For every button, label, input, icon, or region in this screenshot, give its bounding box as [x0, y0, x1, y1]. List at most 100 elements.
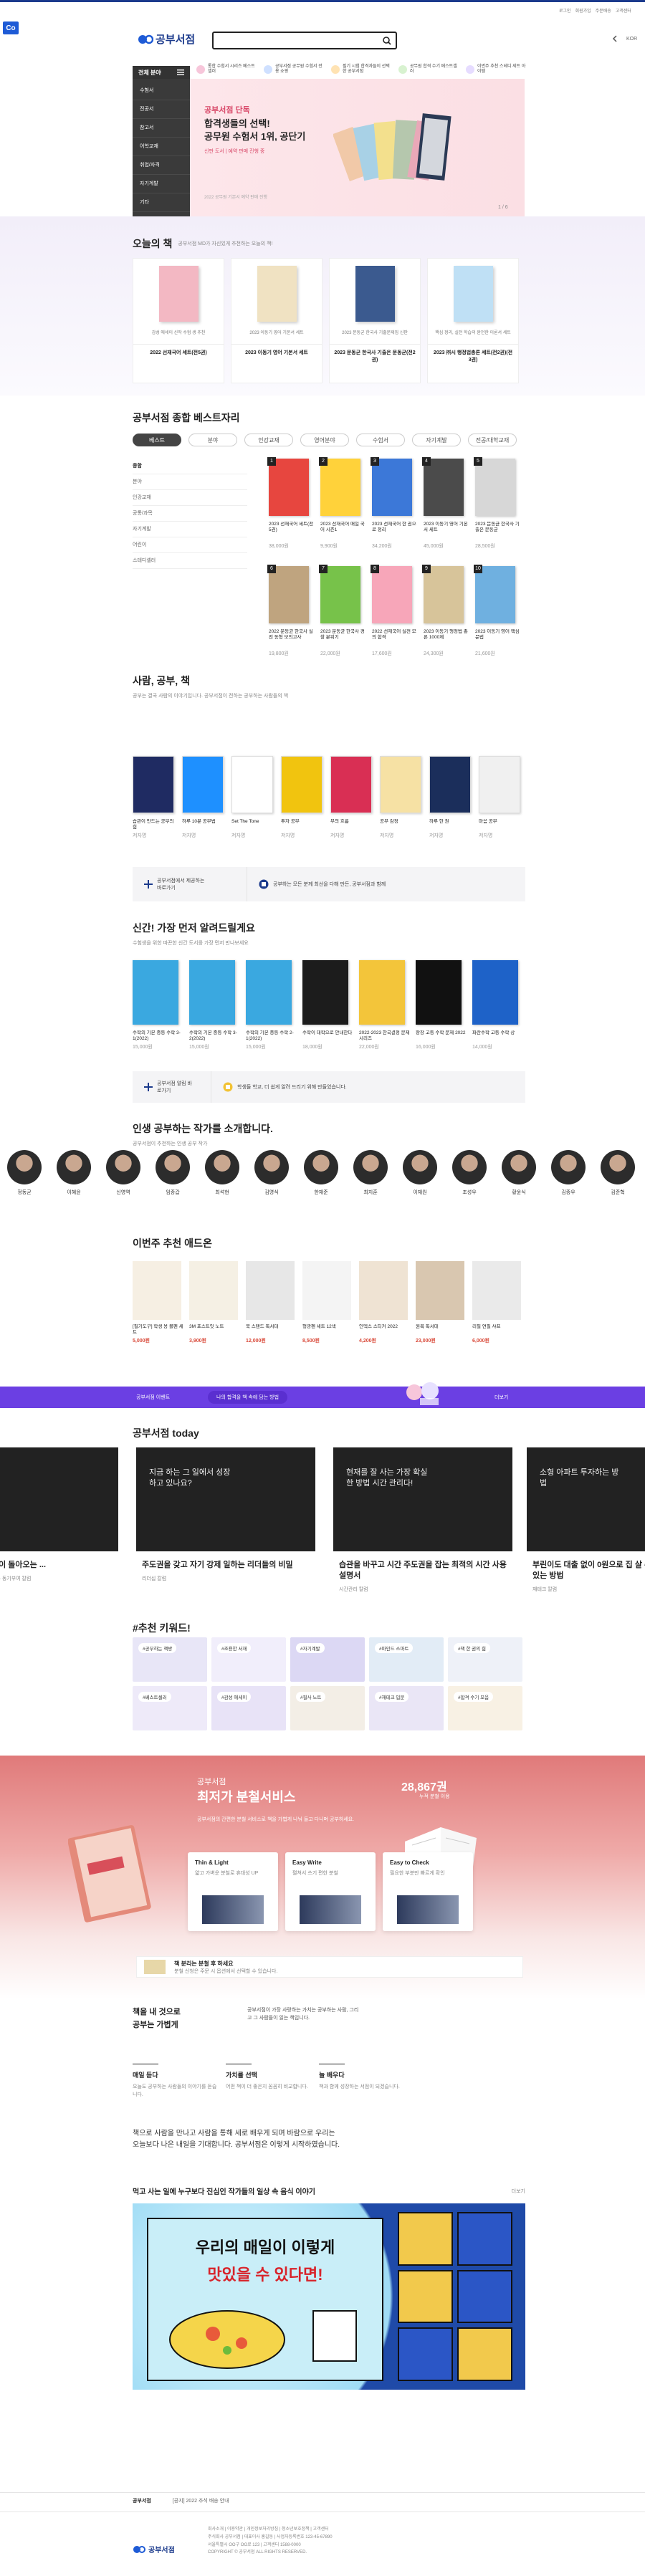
keyword-tile[interactable]: #재테크 입문 — [369, 1686, 444, 1730]
best-book[interactable]: 7 2023 문동균 한국사 경찰 분위기 22,000원 — [319, 565, 366, 657]
service-card[interactable]: Thin & Light 얇고 가벼운 분철로 휴대성 UP — [188, 1852, 278, 1931]
author-card[interactable]: 조성우 — [449, 1150, 489, 1196]
best-left-item[interactable]: 종합 — [133, 459, 247, 474]
service-card[interactable]: Easy to Check 필요한 부분만 빠르게 확인 — [383, 1852, 473, 1931]
best-left-item[interactable]: 공통/과목 — [133, 506, 247, 522]
side-menu-item[interactable]: 수험서 — [133, 82, 190, 100]
fresh-book[interactable]: 2022-2023 한국결정 문제 시리즈 22,000원 — [359, 960, 411, 1050]
best-tab[interactable]: 분야 — [188, 434, 237, 446]
best-left-item[interactable]: 스테디셀러 — [133, 553, 247, 569]
author-card[interactable]: 신영역 — [103, 1150, 143, 1196]
fresh-book[interactable]: 수학의 기본 중등 수학 3-2(2022) 15,000원 — [189, 960, 241, 1050]
search-icon[interactable] — [383, 36, 391, 45]
keyword-tile[interactable]: #필사 노트 — [290, 1686, 365, 1730]
today-book-card[interactable]: 2023 문동균 한국사 기출문제집 신판 2023 문동균 한국사 기출은 문동… — [329, 258, 421, 383]
hero-indicator[interactable]: 1 / 6 — [498, 205, 508, 210]
best-tab[interactable]: 수험서 — [356, 434, 405, 446]
keyword-tile[interactable]: #합격 수기 모음 — [448, 1686, 522, 1730]
keyword-tile[interactable]: #감성 에세이 — [211, 1686, 286, 1730]
best-left-item[interactable]: 인강교재 — [133, 490, 247, 506]
keyword-tile[interactable]: #베스트셀러 — [133, 1686, 207, 1730]
fresh-book[interactable]: 수학이 대학으로 안내한다 18,000원 — [302, 960, 354, 1050]
best-book[interactable]: 6 2022 문동균 한국사 실전 동형 모의고사 19,800원 — [267, 565, 315, 657]
author-card[interactable]: 이재원 — [400, 1150, 440, 1196]
today2-card[interactable]: 현재를 잘 사는 가장 확실한 방법 시간 관리다! 습관을 바꾸고 시간 주도권… — [333, 1447, 512, 1593]
md-item[interactable]: 원목 독서대 23,000원 — [416, 1261, 467, 1344]
service-card[interactable]: Easy Write 펼쳐서 쓰기 편한 분철 — [285, 1852, 376, 1931]
shortcut-item[interactable]: 필기 시험 합격자들이 선택한 공부서점 — [331, 64, 391, 75]
best-left-item[interactable]: 분야 — [133, 474, 247, 490]
side-menu-item[interactable]: 어학교재 — [133, 138, 190, 156]
best-tab[interactable]: 영어분야 — [300, 434, 349, 446]
md-item[interactable]: 리필 연필 샤프 6,000원 — [472, 1261, 524, 1344]
md-item[interactable]: 형광펜 세트 12색 8,500원 — [302, 1261, 354, 1344]
today-book-card[interactable]: 감성 에세이 신작 수험 생 추천 2022 선재국어 세트(전5권) — [133, 258, 224, 383]
best-book[interactable]: 5 2023 문동균 한국사 기출은 문동균 28,500원 — [474, 457, 521, 550]
cs-link[interactable]: 고객센터 — [616, 7, 631, 14]
best-book[interactable]: 1 2023 선재국어 세트(전5권) 38,000원 — [267, 457, 315, 550]
people-book[interactable]: 하루 10분 공부법 저자명 — [182, 756, 226, 839]
keyword-tile[interactable]: #자기계발 — [290, 1637, 365, 1682]
best-book[interactable]: 4 2023 이동기 영어 기본서 세트 45,000원 — [422, 457, 469, 550]
best-tab[interactable]: 베스트 — [133, 434, 181, 446]
side-menu-item[interactable]: 기타 — [133, 193, 190, 212]
author-card[interactable]: 최지훈 — [350, 1150, 391, 1196]
all-category-button[interactable]: 전체 분야 — [133, 66, 190, 79]
today2-card[interactable]: 삶이 돌아오는 ... 공부 동기부여 칼럼 — [0, 1447, 118, 1582]
people-book[interactable]: Set The Tone 저자명 — [231, 756, 276, 839]
login-link[interactable]: 로그인 — [559, 7, 571, 14]
today2-card[interactable]: 지금 하는 그 일에서 성장하고 있나요? 주도권을 갖고 자기 강제 일하는 리… — [136, 1447, 315, 1582]
best-book[interactable]: 9 2023 이동기 행정법 총론 1000제 24,300원 — [422, 565, 469, 657]
keyword-tile[interactable]: #공부하는 책방 — [133, 1637, 207, 1682]
fresh-book[interactable]: 파란수학 고등 수학 상 14,000원 — [472, 960, 524, 1050]
best-tab[interactable]: 전공/대학교재 — [468, 434, 517, 446]
people-book[interactable]: 습관이 만드는 공부의 힘 저자명 — [133, 756, 177, 839]
author-card[interactable]: 정동균 — [4, 1150, 44, 1196]
side-menu-item[interactable]: 취업/자격 — [133, 156, 190, 175]
keyword-tile[interactable]: #조용한 서재 — [211, 1637, 286, 1682]
today2-card[interactable]: 소형 아파트 투자하는 방법 부린이도 대출 없이 0원으로 집 살 수 있는 방… — [527, 1447, 645, 1593]
md-item[interactable]: 북 스탠드 독서대 12,000원 — [246, 1261, 297, 1344]
shortcut-item[interactable]: 공부서점 공무원 수험서 전용 쇼핑 — [264, 64, 324, 75]
fresh-book[interactable]: 수학의 기본 중등 수학 2-1(2022) 15,000원 — [246, 960, 297, 1050]
footer-info-1[interactable]: 회사소개 | 이용약관 | 개인정보처리방침 | 청소년보호정책 | 고객센터 — [208, 2526, 333, 2534]
people-book[interactable]: 투자 공부 저자명 — [281, 756, 325, 839]
best-book[interactable]: 10 2023 이동기 영어 핵심 문법 21,600원 — [474, 565, 521, 657]
chevron-left-icon[interactable] — [611, 34, 619, 43]
keyword-tile[interactable]: #책 한 권의 힘 — [448, 1637, 522, 1682]
side-menu-item[interactable]: 전공서 — [133, 100, 190, 119]
md-item[interactable]: 3M 포스트잇 노트 3,900원 — [189, 1261, 241, 1344]
best-left-item[interactable]: 어린이 — [133, 537, 247, 553]
fresh-banner[interactable]: 공부서점 알림 바로가기 학생들 학교, 더 쉽게 알려 드리기 위해 만들었습… — [133, 1071, 525, 1103]
author-card[interactable]: 황윤식 — [499, 1150, 539, 1196]
footer-notice[interactable]: [공지] 2022 추석 배송 안내 — [173, 2497, 229, 2504]
side-menu-item[interactable]: 자기계발 — [133, 175, 190, 193]
shortcut-item[interactable]: 공무원 합격 수기 베스트셀러 — [398, 64, 459, 75]
best-tab[interactable]: 인강교재 — [244, 434, 293, 446]
keyword-tile[interactable]: #마인드 스마트 — [369, 1637, 444, 1682]
author-card[interactable]: 최석현 — [202, 1150, 242, 1196]
people-book[interactable]: 마음 공부 저자명 — [479, 756, 523, 839]
fresh-book[interactable]: 수학의 기본 중등 수학 3-1(2022) 15,000원 — [133, 960, 184, 1050]
author-card[interactable]: 김영식 — [252, 1150, 292, 1196]
today-book-card[interactable]: 핵심 정리, 실전 학습의 완전한 이론서 세트 2023 ㈜시 행정법총론 세트… — [427, 258, 519, 383]
fresh-book[interactable]: 항장 고등 수학 문제 2022 16,000원 — [416, 960, 467, 1050]
best-left-item[interactable]: 자기계발 — [133, 522, 247, 537]
author-card[interactable]: 한재준 — [301, 1150, 341, 1196]
people-banner[interactable]: 공부서점에서 제공하는 바로가기 공부하는 모든 분께 최선을 다해 만든, 공… — [133, 867, 525, 901]
best-book[interactable]: 2 2023 선재국어 매일 국어 시즌1 9,900원 — [319, 457, 366, 550]
join-link[interactable]: 회원가입 — [575, 7, 591, 14]
lang-select[interactable]: KOR — [626, 37, 637, 42]
best-tab[interactable]: 자기계발 — [412, 434, 461, 446]
best-book[interactable]: 3 2023 선재국어 한 권으로 정리 34,200원 — [371, 457, 418, 550]
logo[interactable]: 공부서점 — [138, 32, 195, 47]
people-book[interactable]: 부의 흐름 저자명 — [330, 756, 375, 839]
author-card[interactable]: 김종우 — [548, 1150, 588, 1196]
people-book[interactable]: 하루 한 권 저자명 — [429, 756, 474, 839]
search-input[interactable] — [218, 34, 383, 47]
side-badge[interactable]: Co — [3, 21, 19, 34]
drawing-banner[interactable]: 우리의 매일이 이렇게 맛있을 수 있다면! — [133, 2203, 525, 2390]
drawing-more[interactable]: 더보기 — [512, 2188, 525, 2195]
promo-banner[interactable]: 공부서점 이벤트 나의 합격을 책 속에 담는 방법 더보기 — [0, 1382, 645, 1408]
search-box[interactable] — [212, 32, 397, 49]
